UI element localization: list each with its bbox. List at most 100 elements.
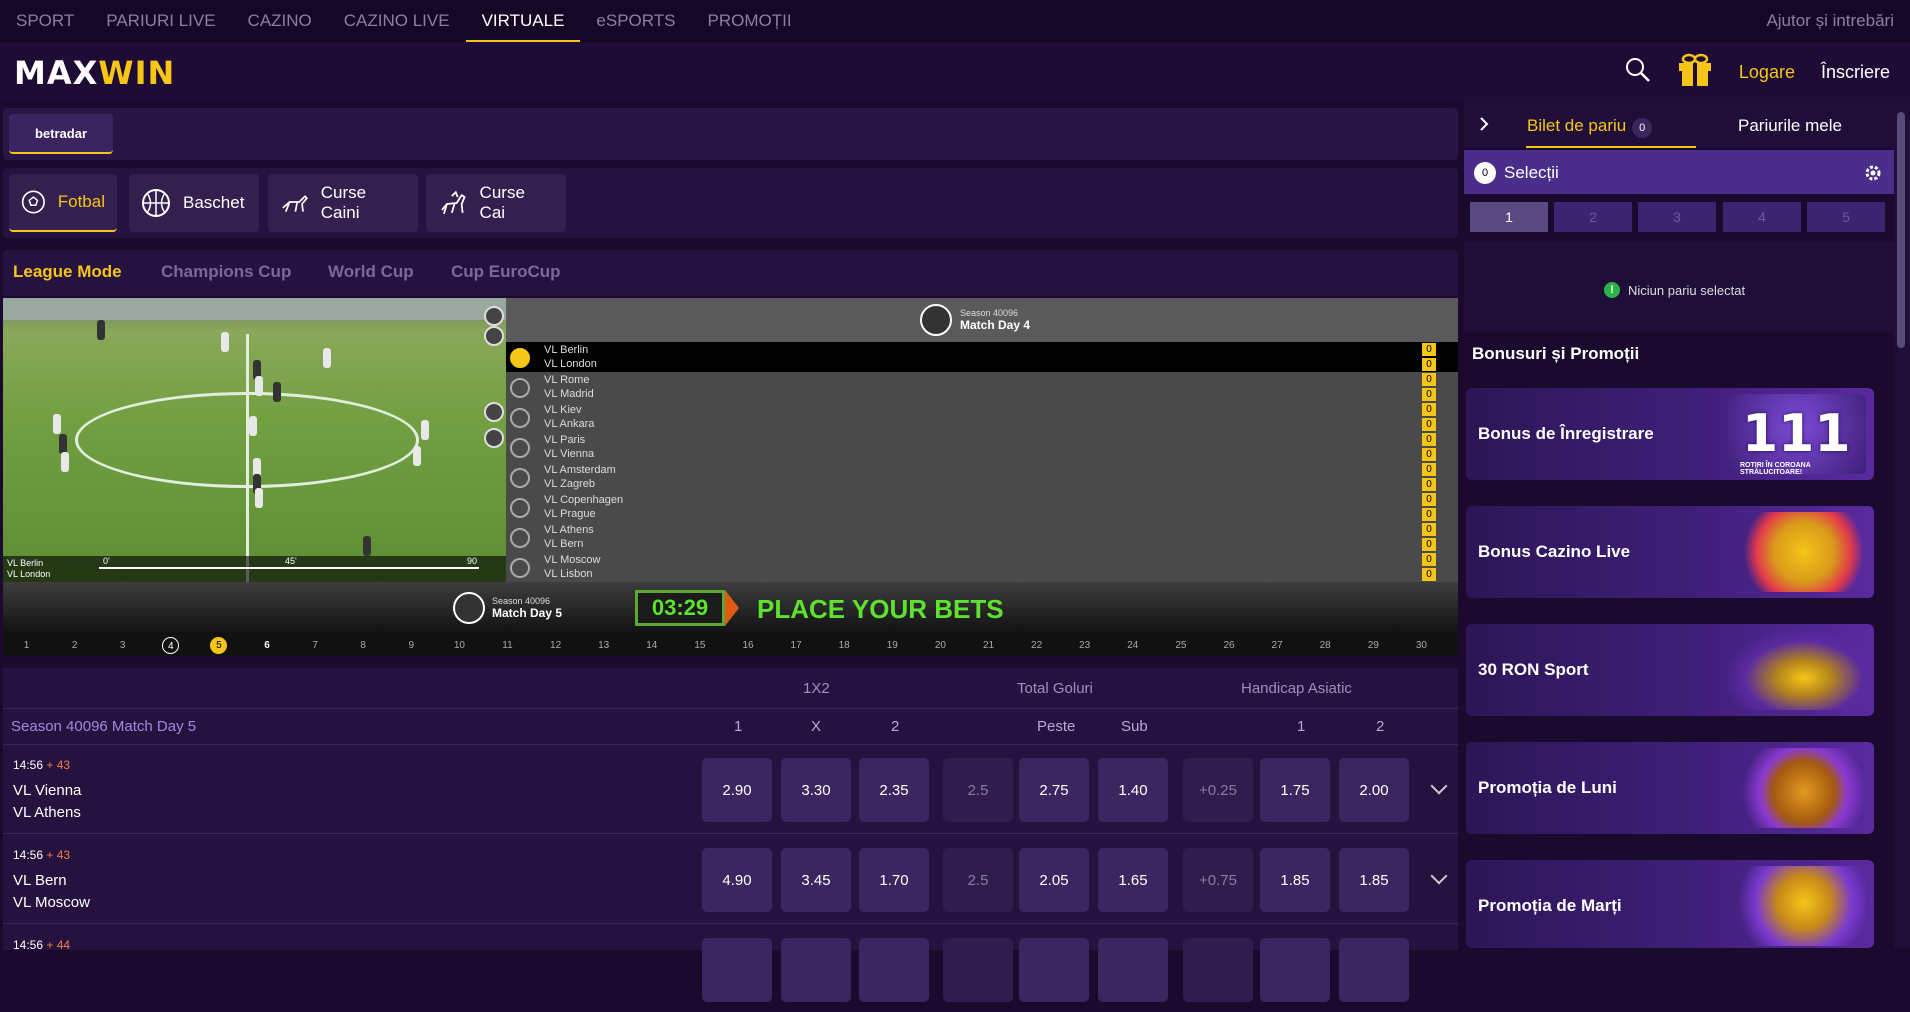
tab-champions-cup[interactable]: Champions Cup [161,262,291,282]
tab-world-cup[interactable]: World Cup [328,262,414,282]
matchday-5[interactable]: 5 [210,637,228,654]
odds-button[interactable]: 1.85 [1260,848,1330,912]
odds-button[interactable]: 3.45 [781,848,851,912]
tab-cup-eurocup[interactable]: Cup EuroCup [451,262,561,282]
back-icon[interactable] [484,326,504,346]
promo-30-ron-sport[interactable]: 30 RON Sport [1466,624,1874,716]
odds-button[interactable]: 2.00 [1339,758,1409,822]
matchday-7[interactable]: 7 [307,637,324,654]
odds-button[interactable]: 2.05 [1019,848,1089,912]
list-item[interactable]: VL Copenhagen VL Prague 0 0 [506,492,1458,522]
slip-tab-2[interactable]: 2 [1554,202,1632,232]
list-item[interactable]: VL Amsterdam VL Zagreb 0 0 [506,462,1458,492]
promo-registration-bonus[interactable]: Bonus de Înregistrare 111 ROTIRI ÎN CORO… [1466,388,1874,480]
matchday-9[interactable]: 9 [403,637,420,654]
nav-esports[interactable]: eSPORTS [580,0,691,42]
matchday-10[interactable]: 10 [451,637,468,654]
scrollbar-thumb[interactable] [1897,112,1905,348]
scrollbar[interactable] [1894,102,1910,948]
play-icon[interactable] [510,528,530,548]
list-item[interactable]: VL Berlin VL London 0 0 [506,342,1458,372]
help-link[interactable]: Ajutor și intrebări [1766,0,1894,42]
search-icon[interactable] [1625,57,1651,88]
slip-tab-5[interactable]: 5 [1807,202,1885,232]
matchday-15[interactable]: 15 [691,637,708,654]
promo-live-casino-bonus[interactable]: Bonus Cazino Live [1466,506,1874,598]
play-icon[interactable] [510,438,530,458]
matchday-19[interactable]: 19 [884,637,901,654]
play-icon[interactable] [510,408,530,428]
promo-monday[interactable]: Promoția de Luni [1466,742,1874,834]
matchday-23[interactable]: 23 [1076,637,1093,654]
nav-virtuale[interactable]: VIRTUALE [465,0,581,42]
more-markets-count[interactable]: + 44 [46,938,70,952]
matchday-16[interactable]: 16 [740,637,757,654]
matchday-2[interactable]: 2 [66,637,83,654]
list-item[interactable]: VL Moscow VL Lisbon 0 0 [506,552,1458,582]
matchday-30[interactable]: 30 [1413,637,1430,654]
replay-icon[interactable] [484,306,504,326]
tab-bet-slip[interactable]: Bilet de pariu 0 [1527,116,1653,138]
list-item[interactable]: VL Paris VL Vienna 0 0 [506,432,1458,462]
gift-icon[interactable] [1677,53,1713,92]
slip-tab-3[interactable]: 3 [1638,202,1716,232]
maxwin-logo[interactable]: MAXWIN [14,54,175,92]
odds-button[interactable]: 1.75 [1260,758,1330,822]
matchday-3[interactable]: 3 [114,637,131,654]
odds-button[interactable]: 2.75 [1019,758,1089,822]
chevron-right-icon[interactable] [1478,116,1490,137]
play-icon[interactable] [510,378,530,398]
tab-my-bets[interactable]: Pariurile mele [1738,116,1842,136]
odds-button[interactable]: 2.90 [702,758,772,822]
matchday-1[interactable]: 1 [18,637,35,654]
matchday-24[interactable]: 24 [1124,637,1141,654]
matchday-18[interactable]: 18 [836,637,853,654]
nav-sport[interactable]: SPORT [0,0,90,42]
nav-cazino[interactable]: CAZINO [232,0,328,42]
tab-league-mode[interactable]: League Mode [13,262,122,282]
matchday-4[interactable]: 4 [162,637,180,654]
list-item[interactable]: VL Athens VL Bern 0 0 [506,522,1458,552]
provider-betradar[interactable]: betradar [9,114,113,154]
matchday-22[interactable]: 22 [1028,637,1045,654]
matchday-6[interactable]: 6 [259,637,276,654]
gear-icon[interactable] [1864,164,1882,182]
matchday-17[interactable]: 17 [788,637,805,654]
nav-cazino-live[interactable]: CAZINO LIVE [328,0,466,42]
play-icon[interactable] [510,558,530,578]
matchday-8[interactable]: 8 [355,637,372,654]
matchday-29[interactable]: 29 [1365,637,1382,654]
matchday-13[interactable]: 13 [595,637,612,654]
nav-promotii[interactable]: PROMOȚII [691,0,807,42]
sport-fotbal[interactable]: Fotbal [9,174,117,232]
matchday-26[interactable]: 26 [1221,637,1238,654]
odds-button[interactable]: 1.40 [1098,758,1168,822]
stats-icon[interactable] [484,402,504,422]
slip-tab-4[interactable]: 4 [1723,202,1801,232]
odds-button[interactable]: 1.70 [859,848,929,912]
play-icon[interactable] [510,348,530,368]
more-markets-count[interactable]: + 43 [46,758,70,772]
login-button[interactable]: Logare [1739,62,1795,83]
sport-baschet[interactable]: Baschet [129,174,259,232]
matchday-25[interactable]: 25 [1172,637,1189,654]
promo-tuesday[interactable]: Promoția de Marți [1466,860,1874,948]
odds-button[interactable]: 1.85 [1339,848,1409,912]
matchday-12[interactable]: 12 [547,637,564,654]
sport-curse-caini[interactable]: Curse Caini [268,174,418,232]
slip-tab-1[interactable]: 1 [1470,202,1548,232]
matchday-28[interactable]: 28 [1317,637,1334,654]
list-item[interactable]: VL Rome VL Madrid 0 0 [506,372,1458,402]
odds-button[interactable]: 3.30 [781,758,851,822]
more-markets-count[interactable]: + 43 [46,848,70,862]
odds-button[interactable]: 4.90 [702,848,772,912]
matchday-20[interactable]: 20 [932,637,949,654]
match-video[interactable]: VL Berlin VL London 0' 45' 90 [3,298,506,582]
matchday-11[interactable]: 11 [499,637,516,654]
chevron-down-icon[interactable] [1430,867,1448,885]
list-item[interactable]: VL Kiev VL Ankara 0 0 [506,402,1458,432]
list-icon[interactable] [484,428,504,448]
matchday-27[interactable]: 27 [1269,637,1286,654]
sport-curse-cai[interactable]: Curse Cai [426,174,566,232]
chevron-down-icon[interactable] [1430,777,1448,795]
